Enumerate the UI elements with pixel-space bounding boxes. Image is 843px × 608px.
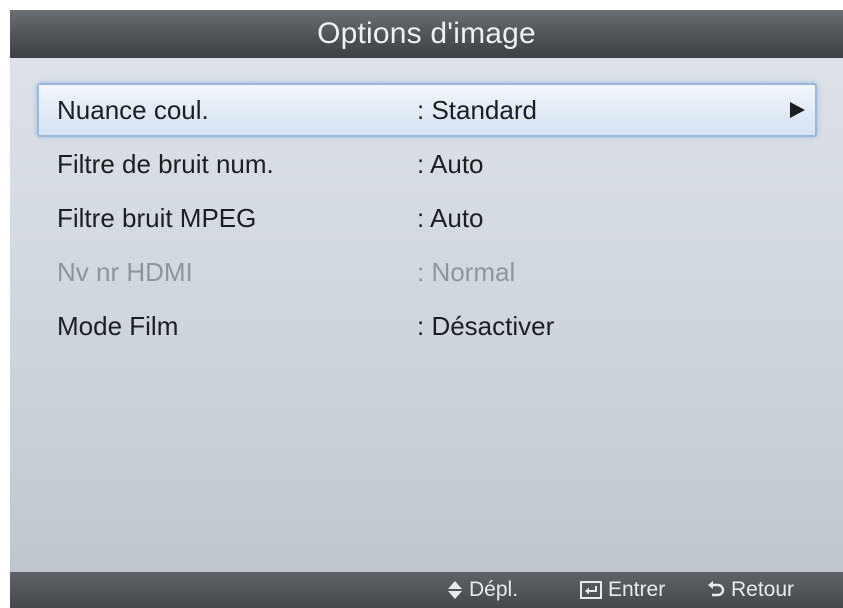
hint-move: Dépl.	[447, 572, 518, 608]
menu-item-value: : Auto	[417, 149, 484, 179]
menu-item-value: : Auto	[417, 203, 484, 233]
menu-item-film-mode[interactable]: Mode Film : Désactiver	[37, 299, 817, 353]
enter-icon	[580, 581, 602, 599]
hint-return: Retour	[707, 572, 794, 608]
return-icon	[707, 581, 725, 599]
menu-item-value: : Standard	[417, 95, 537, 125]
up-down-arrow-icon	[447, 580, 463, 600]
menu-item-label: Nv nr HDMI	[57, 257, 193, 287]
menu-item-label: Filtre bruit MPEG	[57, 203, 257, 233]
hint-return-label: Retour	[731, 578, 795, 601]
remote-hint-bar: Dépl. Entrer Retour	[10, 572, 843, 608]
menu-item-hdmi-black-level: Nv nr HDMI : Normal	[37, 245, 817, 299]
dialog-title: Options d'image	[10, 10, 843, 58]
menu-item-color-tone[interactable]: Nuance coul. : Standard	[37, 83, 817, 137]
picture-options-dialog: Options d'image Nuance coul. : Standard …	[10, 10, 843, 608]
menu-item-mpeg-noise-filter[interactable]: Filtre bruit MPEG : Auto	[37, 191, 817, 245]
options-menu: Nuance coul. : Standard Filtre de bruit …	[37, 83, 817, 353]
menu-item-label: Filtre de bruit num.	[57, 149, 274, 179]
menu-item-value: : Normal	[417, 257, 516, 287]
menu-item-label: Nuance coul.	[57, 95, 209, 125]
menu-item-label: Mode Film	[57, 311, 179, 341]
chevron-right-icon	[790, 102, 805, 118]
hint-enter: Entrer	[580, 572, 665, 608]
menu-item-digital-noise-filter[interactable]: Filtre de bruit num. : Auto	[37, 137, 817, 191]
menu-item-value: : Désactiver	[417, 311, 555, 341]
hint-move-label: Dépl.	[469, 578, 519, 601]
hint-enter-label: Entrer	[608, 578, 666, 601]
